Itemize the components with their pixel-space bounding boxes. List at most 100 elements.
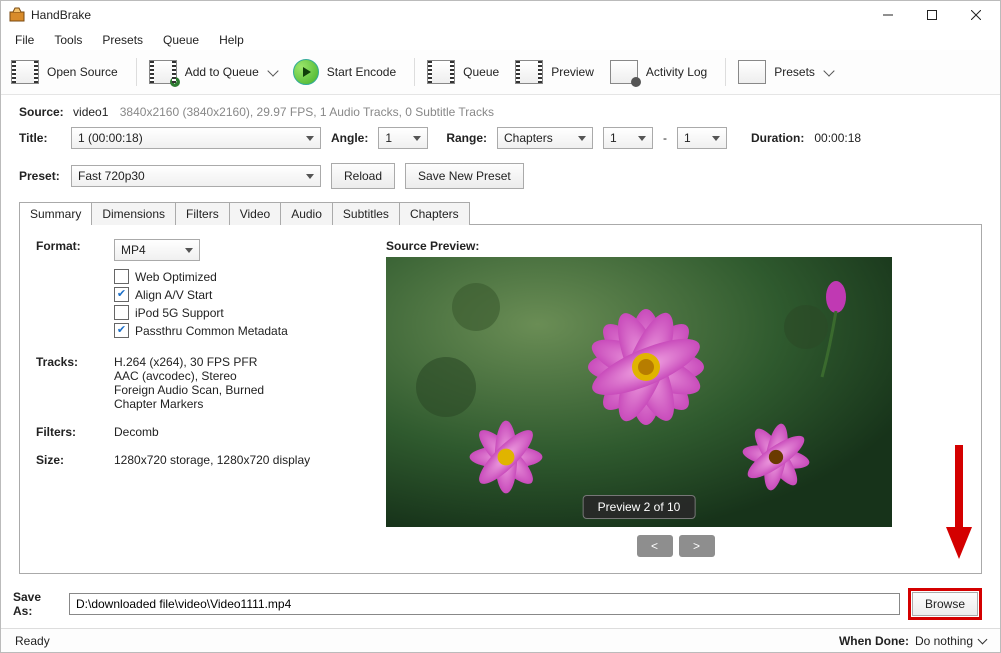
menu-queue[interactable]: Queue — [155, 31, 207, 49]
browse-highlight: Browse — [908, 588, 982, 620]
play-icon — [293, 59, 319, 85]
duration-value: 00:00:18 — [814, 131, 861, 145]
app-window: HandBrake File Tools Presets Queue Help … — [0, 0, 1001, 653]
duration-label: Duration: — [751, 131, 804, 145]
activity-log-button[interactable]: Activity Log — [608, 58, 715, 86]
toolbar: Open Source + Add to Queue Start Encode … — [1, 50, 1000, 95]
when-done-label: When Done: — [839, 634, 909, 648]
size-label: Size: — [36, 453, 114, 467]
filters-value: Decomb — [114, 425, 159, 439]
queue-button[interactable]: Queue — [425, 58, 507, 86]
source-label: Source: — [19, 105, 64, 119]
presets-label: Presets — [774, 65, 815, 79]
add-to-queue-label: Add to Queue — [185, 65, 259, 79]
queue-icon — [427, 60, 455, 84]
maximize-button[interactable] — [910, 1, 954, 29]
preview-button[interactable]: Preview — [513, 58, 602, 86]
chevron-down-icon — [978, 635, 988, 645]
format-label: Format: — [36, 239, 114, 341]
tab-strip: Summary Dimensions Filters Video Audio S… — [19, 202, 982, 225]
angle-label: Angle: — [331, 131, 368, 145]
ipod-checkbox[interactable]: iPod 5G Support — [114, 305, 288, 320]
tab-video[interactable]: Video — [229, 202, 281, 225]
size-value: 1280x720 storage, 1280x720 display — [114, 453, 310, 467]
source-info: 3840x2160 (3840x2160), 29.97 FPS, 1 Audi… — [120, 105, 494, 119]
source-name: video1 — [73, 105, 108, 119]
menu-file[interactable]: File — [7, 31, 42, 49]
source-row: Source: video1 3840x2160 (3840x2160), 29… — [1, 95, 1000, 121]
start-encode-button[interactable]: Start Encode — [291, 57, 404, 87]
title-select[interactable]: 1 (00:00:18) — [71, 127, 321, 149]
filters-label: Filters: — [36, 425, 114, 439]
preview-image — [386, 257, 892, 527]
align-av-checkbox[interactable]: Align A/V Start — [114, 287, 288, 302]
range-type-select[interactable]: Chapters — [497, 127, 593, 149]
chapter-from-select[interactable]: 1 — [603, 127, 653, 149]
track-line: Chapter Markers — [114, 397, 264, 411]
reload-button[interactable]: Reload — [331, 163, 395, 189]
open-source-label: Open Source — [47, 65, 118, 79]
format-select[interactable]: MP4 — [114, 239, 200, 261]
track-line: H.264 (x264), 30 FPS PFR — [114, 355, 264, 369]
presets-button[interactable]: Presets — [736, 58, 841, 86]
save-as-input[interactable] — [69, 593, 900, 615]
queue-label: Queue — [463, 65, 499, 79]
browse-button[interactable]: Browse — [912, 592, 978, 616]
status-text: Ready — [15, 634, 50, 648]
source-preview[interactable]: Preview 2 of 10 — [386, 257, 892, 527]
log-icon — [610, 60, 638, 84]
status-bar: Ready When Done: Do nothing — [1, 628, 1000, 652]
preset-label: Preset: — [19, 169, 61, 183]
title-row: Title: 1 (00:00:18) Angle: 1 Range: Chap… — [1, 121, 1000, 155]
when-done[interactable]: When Done: Do nothing — [839, 634, 986, 648]
track-line: AAC (avcodec), Stereo — [114, 369, 264, 383]
close-button[interactable] — [954, 1, 998, 29]
chevron-down-icon — [267, 66, 278, 77]
passthru-checkbox[interactable]: Passthru Common Metadata — [114, 323, 288, 338]
preview-label: Source Preview: — [386, 239, 965, 253]
tracks-label: Tracks: — [36, 355, 114, 411]
chapter-to-select[interactable]: 1 — [677, 127, 727, 149]
preview-nav: < > — [386, 535, 965, 557]
titlebar: HandBrake — [1, 1, 1000, 29]
tab-filters[interactable]: Filters — [175, 202, 230, 225]
preset-select[interactable]: Fast 720p30 — [71, 165, 321, 187]
preview-label: Preview — [551, 65, 594, 79]
tab-body: Format: MP4 Web Optimized Align A/V Star… — [19, 224, 982, 574]
web-optimized-checkbox[interactable]: Web Optimized — [114, 269, 288, 284]
tab-audio[interactable]: Audio — [280, 202, 333, 225]
menu-presets[interactable]: Presets — [94, 31, 151, 49]
minimize-button[interactable] — [866, 1, 910, 29]
preset-row: Preset: Fast 720p30 Reload Save New Pres… — [1, 155, 1000, 201]
summary-right: Source Preview: — [386, 239, 965, 557]
tab-chapters[interactable]: Chapters — [399, 202, 470, 225]
app-title: HandBrake — [31, 8, 91, 22]
save-as-row: Save As: Browse — [1, 574, 1000, 628]
activity-log-label: Activity Log — [646, 65, 707, 79]
tab-summary[interactable]: Summary — [19, 202, 92, 225]
app-icon — [9, 7, 25, 23]
preview-icon — [515, 60, 543, 84]
add-to-queue-button[interactable]: + Add to Queue — [147, 58, 285, 86]
preview-next-button[interactable]: > — [679, 535, 715, 557]
presets-icon — [738, 60, 766, 84]
track-line: Foreign Audio Scan, Burned — [114, 383, 264, 397]
menu-help[interactable]: Help — [211, 31, 252, 49]
preview-counter: Preview 2 of 10 — [583, 495, 696, 519]
range-label: Range: — [446, 131, 487, 145]
open-source-button[interactable]: Open Source — [9, 58, 126, 86]
menu-tools[interactable]: Tools — [46, 31, 90, 49]
angle-select[interactable]: 1 — [378, 127, 428, 149]
summary-left: Format: MP4 Web Optimized Align A/V Star… — [36, 239, 356, 557]
film-icon — [11, 60, 39, 84]
film-plus-icon: + — [149, 60, 177, 84]
tabs-container: Summary Dimensions Filters Video Audio S… — [1, 201, 1000, 574]
title-label: Title: — [19, 131, 61, 145]
menubar: File Tools Presets Queue Help — [1, 29, 1000, 50]
save-as-label: Save As: — [13, 590, 61, 618]
save-new-preset-button[interactable]: Save New Preset — [405, 163, 524, 189]
tab-subtitles[interactable]: Subtitles — [332, 202, 400, 225]
preview-prev-button[interactable]: < — [637, 535, 673, 557]
tab-dimensions[interactable]: Dimensions — [91, 202, 176, 225]
chevron-down-icon — [823, 66, 834, 77]
